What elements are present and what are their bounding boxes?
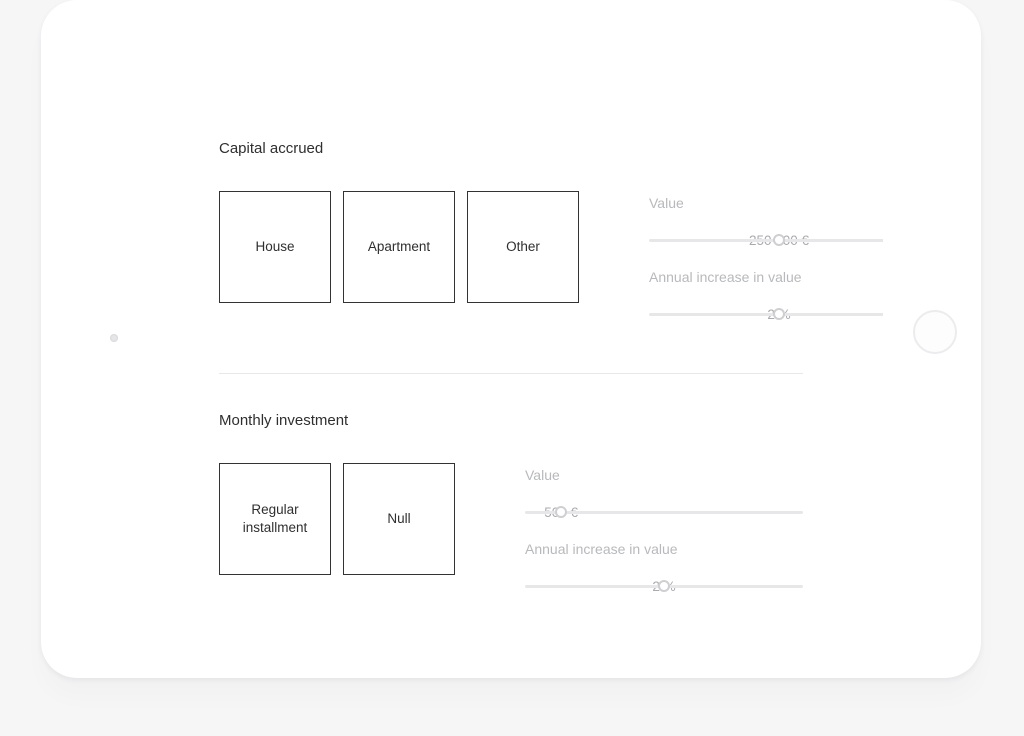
slider-thumb[interactable] bbox=[773, 234, 785, 246]
section-title-capital: Capital accrued bbox=[219, 140, 803, 157]
monthly-value-slider[interactable]: 500 € bbox=[525, 487, 803, 519]
monthly-value-label: Value bbox=[525, 467, 803, 483]
option-apartment[interactable]: Apartment bbox=[343, 191, 455, 303]
home-button[interactable] bbox=[913, 310, 957, 354]
capital-options: House Apartment Other bbox=[219, 191, 579, 303]
slider-track[interactable] bbox=[525, 505, 803, 519]
option-house[interactable]: House bbox=[219, 191, 331, 303]
monthly-options: Regular installment Null bbox=[219, 463, 455, 575]
monthly-increase-slider-block: Annual increase in value 2 % bbox=[525, 541, 803, 593]
capital-value-slider-block: Value 250 000 € bbox=[649, 195, 883, 247]
slider-thumb[interactable] bbox=[658, 580, 670, 592]
capital-value-slider[interactable]: 250 000 € bbox=[649, 215, 883, 247]
slider-track[interactable] bbox=[649, 307, 883, 321]
option-regular-installment[interactable]: Regular installment bbox=[219, 463, 331, 575]
monthly-increase-label: Annual increase in value bbox=[525, 541, 803, 557]
option-null[interactable]: Null bbox=[343, 463, 455, 575]
slider-track[interactable] bbox=[525, 579, 803, 593]
capital-increase-slider[interactable]: 2 % bbox=[649, 289, 883, 321]
capital-sliders: Value 250 000 € Annual increase in value bbox=[649, 191, 883, 343]
app-screen: Capital accrued House Apartment Other Va… bbox=[139, 30, 883, 648]
camera-icon bbox=[110, 334, 118, 342]
monthly-row: Regular installment Null Value 500 € bbox=[219, 463, 803, 615]
capital-increase-label: Annual increase in value bbox=[649, 269, 883, 285]
slider-track[interactable] bbox=[649, 233, 883, 247]
section-title-monthly: Monthly investment bbox=[219, 412, 803, 429]
slider-thumb[interactable] bbox=[555, 506, 567, 518]
monthly-sliders: Value 500 € Annual increase in value bbox=[525, 463, 803, 615]
tablet-frame: Capital accrued House Apartment Other Va… bbox=[41, 0, 981, 678]
option-other[interactable]: Other bbox=[467, 191, 579, 303]
monthly-increase-slider[interactable]: 2 % bbox=[525, 561, 803, 593]
capital-increase-slider-block: Annual increase in value 2 % bbox=[649, 269, 883, 321]
slider-thumb[interactable] bbox=[773, 308, 785, 320]
section-divider bbox=[219, 373, 803, 374]
monthly-value-slider-block: Value 500 € bbox=[525, 467, 803, 519]
capital-row: House Apartment Other Value 250 000 € bbox=[219, 191, 803, 343]
capital-value-label: Value bbox=[649, 195, 883, 211]
track-line bbox=[649, 239, 883, 242]
track-line bbox=[649, 313, 883, 316]
